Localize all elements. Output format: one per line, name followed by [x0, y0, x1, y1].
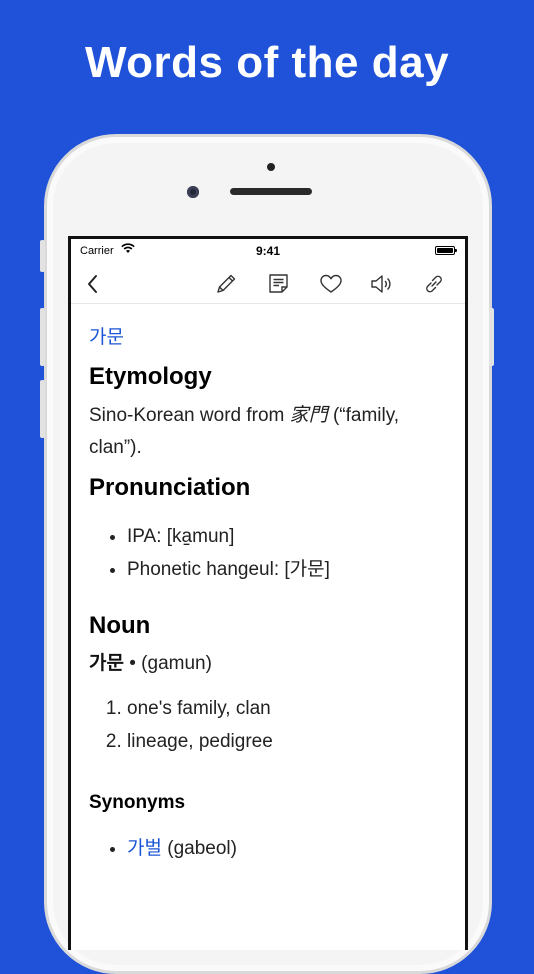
back-chevron-icon[interactable]	[81, 271, 107, 297]
pronunciation-heading: Pronunciation	[89, 474, 251, 501]
mute-switch	[40, 240, 45, 272]
noun-word: 가문	[89, 653, 124, 674]
pronunciation-list: IPA: [ka̠mun] Phonetic hangeul: [가문]	[89, 520, 447, 586]
noun-headword-line: 가문 • (gamun)	[89, 648, 447, 680]
entry-content: 가문 Etymology Sino-Korean word from 家門 (“…	[71, 304, 465, 865]
note-icon[interactable]	[266, 271, 292, 297]
headword-link[interactable]: 가문	[89, 322, 447, 349]
speaker-icon[interactable]	[368, 271, 394, 297]
app-screen: Carrier 9:41 가문 Etymology Sino-Korean wo…	[68, 236, 468, 950]
power-button	[489, 308, 494, 366]
noun-romanization: • (gamun)	[123, 653, 212, 674]
sense-list: one's family, clan lineage, pedigree	[89, 692, 447, 758]
noun-heading: Noun	[89, 612, 151, 639]
earpiece-speaker	[230, 188, 312, 195]
synonyms-heading: Synonyms	[89, 792, 186, 813]
sense-item: one's family, clan	[127, 692, 447, 725]
etymology-hanja: 家門	[289, 404, 328, 426]
status-time: 9:41	[255, 244, 281, 258]
status-bar: Carrier 9:41	[71, 239, 465, 263]
battery-icon	[435, 246, 457, 255]
promo-title: Words of the day	[84, 38, 450, 87]
volume-down-button	[40, 380, 45, 438]
pencil-icon[interactable]	[213, 271, 239, 297]
etymology-heading: Etymology	[89, 363, 212, 390]
link-icon[interactable]	[421, 271, 447, 297]
synonym-link[interactable]: 가벌	[127, 838, 162, 859]
heart-icon[interactable]	[318, 271, 344, 297]
volume-up-button	[40, 308, 45, 366]
pronunciation-item-hangeul: Phonetic hangeul: [가문]	[127, 553, 447, 586]
etymology-text-before: Sino-Korean word from	[89, 405, 290, 426]
front-camera-icon	[187, 186, 199, 198]
toolbar	[71, 263, 465, 304]
proximity-sensor	[267, 163, 275, 171]
etymology-text: Sino-Korean word from 家門 (“family, clan”…	[89, 399, 447, 464]
pronunciation-item-ipa: IPA: [ka̠mun]	[127, 520, 447, 553]
synonym-item: 가벌 (gabeol)	[127, 832, 447, 865]
synonyms-list: 가벌 (gabeol)	[89, 832, 447, 865]
sense-item: lineage, pedigree	[127, 725, 447, 758]
synonym-romanization: (gabeol)	[161, 838, 237, 859]
